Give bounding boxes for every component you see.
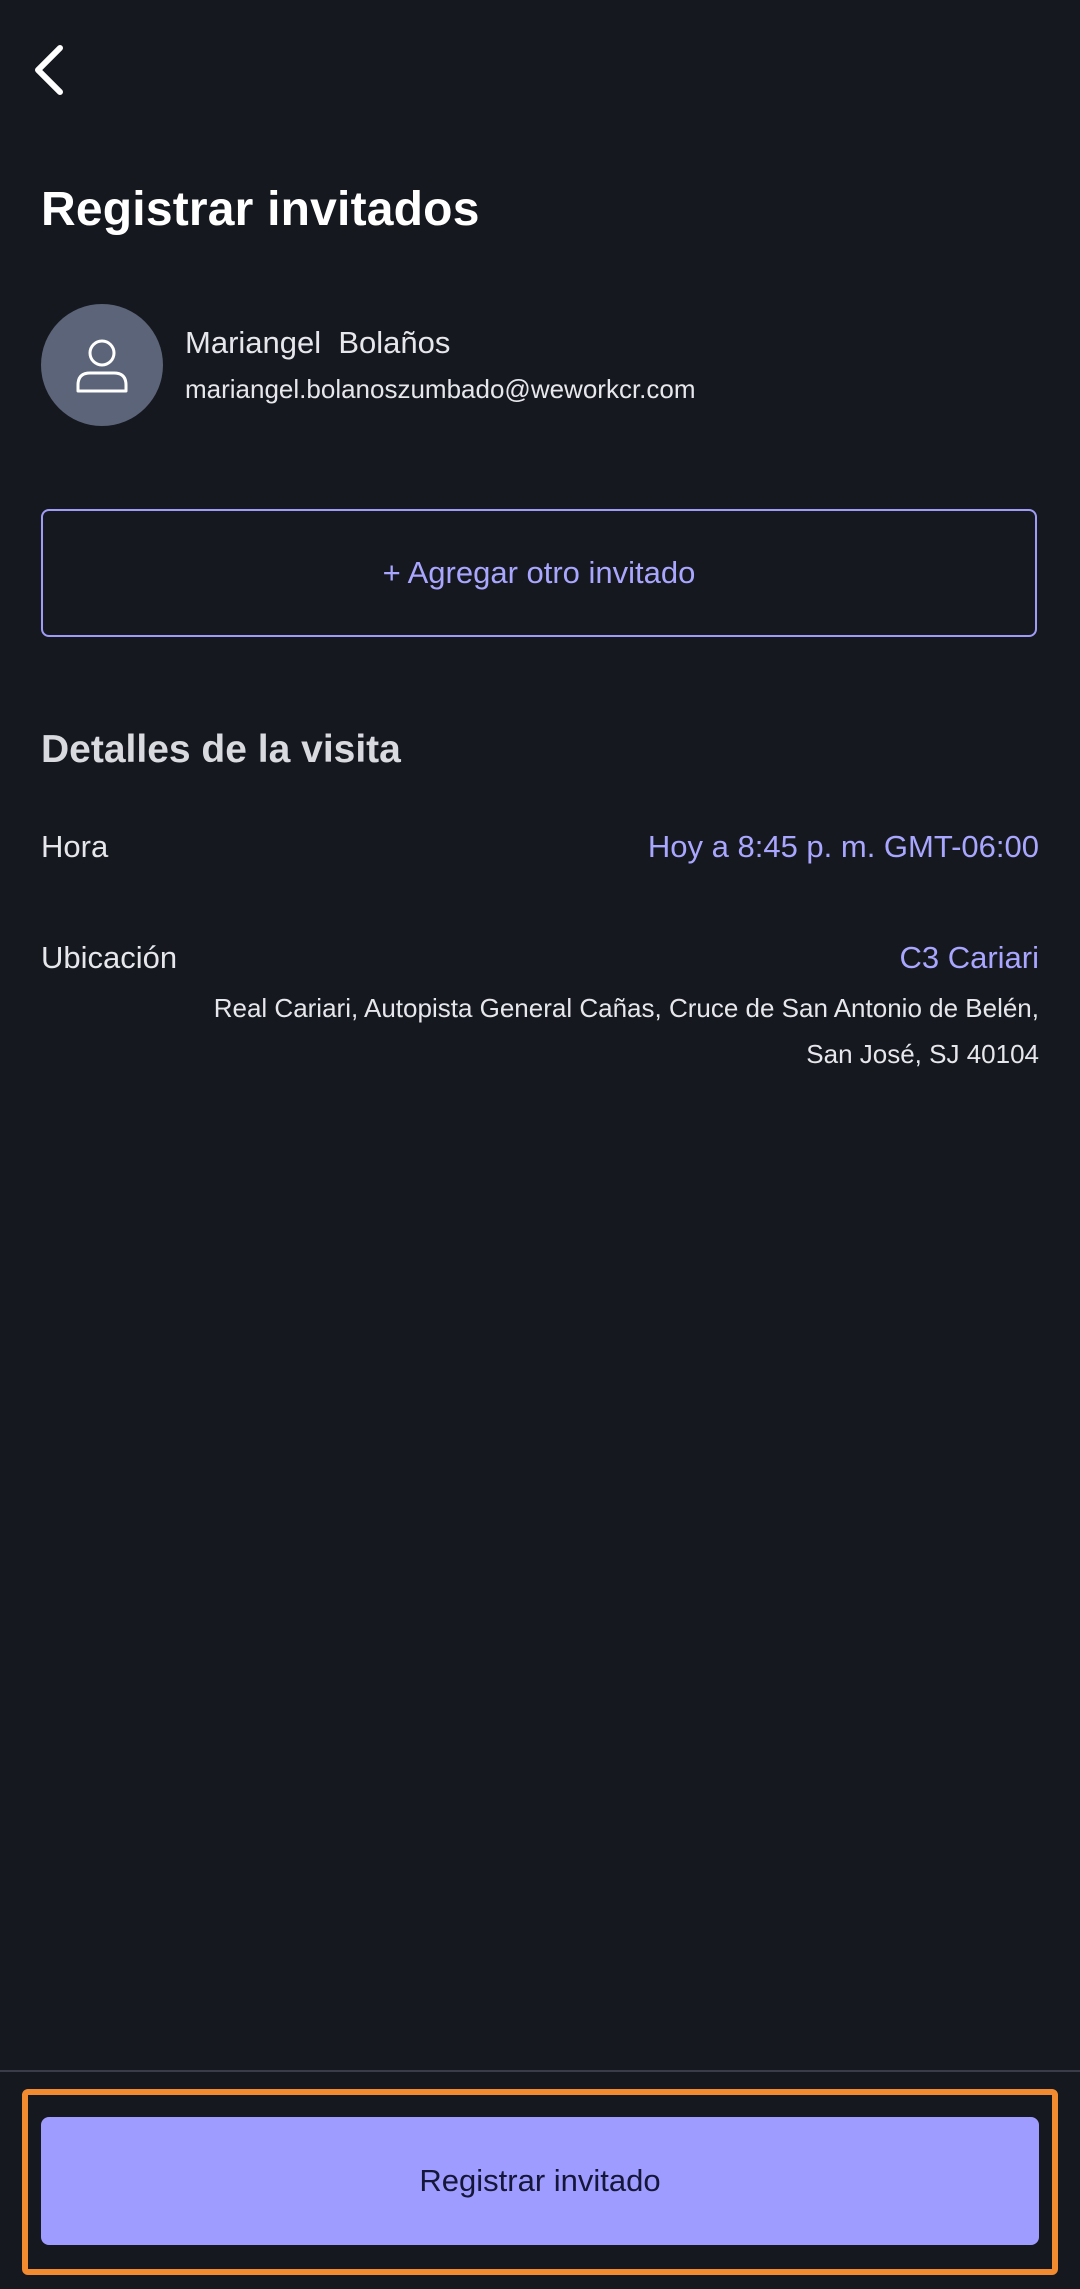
location-row: Ubicación C3 Cariari bbox=[41, 940, 1039, 976]
location-label: Ubicación bbox=[41, 940, 178, 975]
guest-email: mariangel.bolanoszumbado@weworkcr.com bbox=[185, 374, 696, 404]
guest-name: Mariangel Bolaños bbox=[185, 325, 451, 360]
location-value[interactable]: C3 Cariari bbox=[899, 940, 1039, 976]
time-label: Hora bbox=[41, 829, 109, 864]
add-guest-label: + Agregar otro invitado bbox=[382, 555, 696, 590]
guest-item: Mariangel Bolaños mariangel.bolanoszumba… bbox=[41, 304, 1039, 426]
register-guest-button[interactable]: Registrar invitado bbox=[41, 2117, 1039, 2245]
location-address: Real Cariari, Autopista General Cañas, C… bbox=[213, 993, 1039, 1069]
time-value[interactable]: Hoy a 8:45 p. m. GMT-06:00 bbox=[648, 829, 1039, 865]
user-icon bbox=[76, 339, 128, 393]
page-title: Registrar invitados bbox=[41, 183, 480, 236]
time-row: Hora Hoy a 8:45 p. m. GMT-06:00 bbox=[41, 829, 1039, 865]
visit-details-title: Detalles de la visita bbox=[41, 728, 401, 771]
avatar bbox=[41, 304, 163, 426]
footer-divider bbox=[0, 2070, 1080, 2072]
add-guest-button[interactable]: + Agregar otro invitado bbox=[41, 509, 1037, 637]
register-guest-label: Registrar invitado bbox=[419, 2163, 661, 2198]
guest-info: Mariangel Bolaños mariangel.bolanoszumba… bbox=[185, 323, 696, 407]
chevron-left-icon bbox=[35, 45, 63, 95]
back-button[interactable] bbox=[30, 38, 86, 102]
